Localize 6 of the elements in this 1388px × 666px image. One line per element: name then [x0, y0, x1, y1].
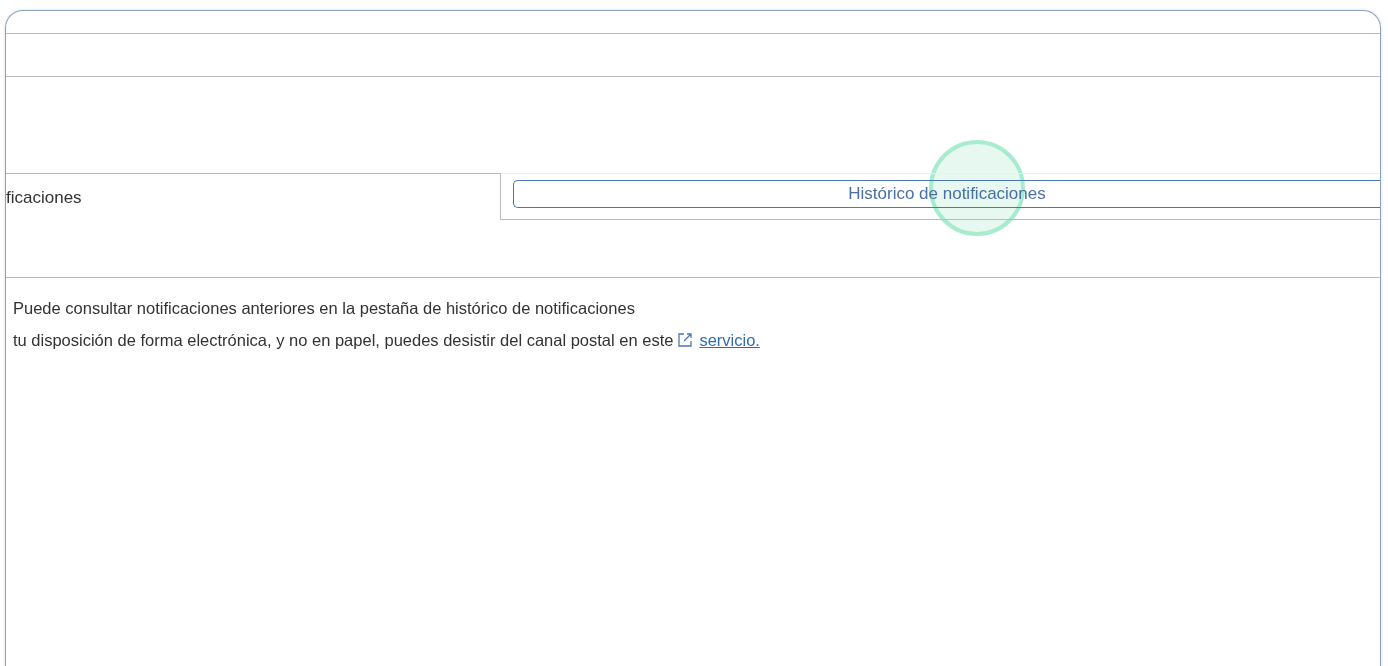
- external-link-icon: [677, 332, 694, 348]
- tab[interactable]: ficaciones: [6, 173, 501, 220]
- service-link[interactable]: servicio.: [699, 324, 760, 356]
- info-text: tu disposición de forma electrónica, y no en papel, puedes desistir del canal postal en este: [13, 330, 674, 351]
- tab[interactable]: Histórico de notificaciones: [513, 180, 1380, 208]
- info-text: Puede consultar notificaciones anteriores en la pestaña de histórico de notificaciones: [13, 298, 635, 319]
